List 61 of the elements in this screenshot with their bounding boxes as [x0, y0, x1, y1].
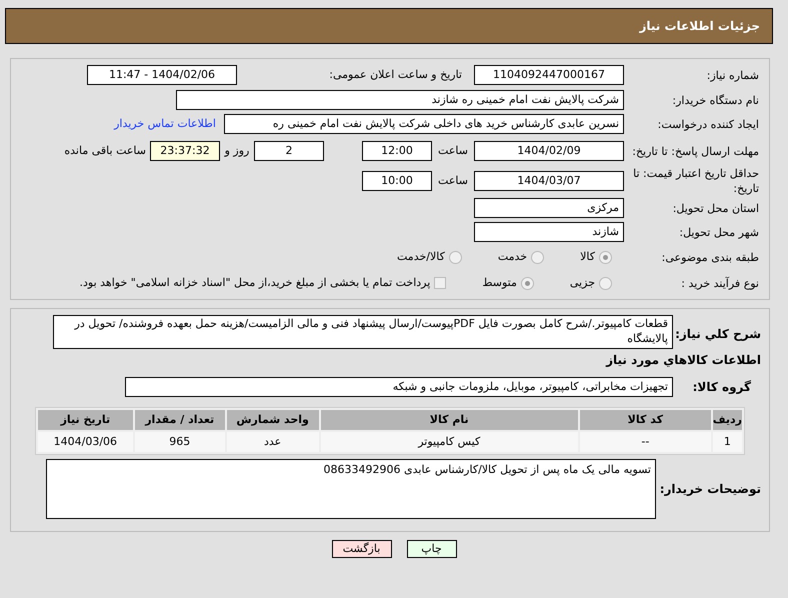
table-cell: عدد	[226, 432, 319, 452]
back-button[interactable]: بازگشت	[332, 540, 392, 558]
field-label: نوع فرآیند خرید :	[680, 276, 759, 290]
header-title: جزئیات اطلاعات نیاز	[639, 18, 760, 35]
field-label: شرح کلي نياز:	[674, 326, 761, 343]
radio-label: خدمت	[498, 248, 528, 265]
field-label: ساعت باقی مانده	[64, 142, 146, 159]
field-label: نام دستگاه خریدار:	[671, 92, 759, 108]
field-label: طبقه بندی موضوعی:	[660, 250, 759, 264]
remaining-time-field: 23:37:32	[150, 141, 220, 161]
field-label: استان محل تحویل:	[672, 200, 759, 216]
radio-button[interactable]	[520, 276, 534, 290]
field-label: ساعت	[437, 172, 469, 189]
radio-label: جزیی	[570, 274, 595, 291]
radio-label: کالا	[580, 248, 595, 265]
print-button[interactable]: چاپ	[406, 540, 456, 558]
checkbox[interactable]	[434, 277, 446, 289]
time-field: 12:00	[362, 141, 432, 161]
column-header: کد کالا	[580, 410, 711, 430]
column-header: نام کالا	[320, 410, 578, 430]
column-header: تاریخ نیاز	[38, 410, 133, 430]
radio-label: کالا/خدمت	[397, 248, 445, 265]
field-label: تاریخ و ساعت اعلان عمومی:	[328, 66, 462, 83]
table-cell: 1	[712, 432, 742, 452]
creator-field: نسرین عابدی کارشناس خرید های داخلی شرکت پالایش نفت امام خمینی ره	[224, 114, 624, 134]
table-cell: 1404/03/06	[38, 432, 133, 452]
table-cell: کیس کامپیوتر	[320, 432, 578, 452]
column-header: واحد شمارش	[226, 410, 319, 430]
goods-group-field: تجهیزات مخابراتی، کامپیوتر، موبایل، ملزومات جانبی و شبکه	[125, 377, 673, 397]
field-label: ایجاد کننده درخواست:	[656, 116, 759, 132]
buyer-field: شرکت پالایش نفت امام خمینی ره شازند	[176, 90, 624, 110]
days-field: 2	[254, 141, 324, 161]
table-cell: --	[580, 432, 711, 452]
time-field: 10:00	[362, 171, 432, 191]
city-field: شازند	[474, 222, 624, 242]
radio-button[interactable]	[599, 276, 612, 290]
description-textarea[interactable]: قطعات کامپیوتر./شرح کامل بصورت فایل PDFپیوست/ارسال پیشنهاد فنی و مالی الزامیست/هزینه حمل بعهده فروشنده/ تحویل در پالایشگاه	[53, 315, 673, 349]
table-cell: 965	[134, 432, 225, 452]
column-header: ردیف	[712, 410, 742, 430]
announce-date-field: 1404/02/06 - 11:47	[87, 65, 237, 85]
field-label: حداقل تاریخ اعتبار قیمت: تا تاریخ:	[632, 166, 759, 196]
field-label: ساعت	[437, 142, 469, 159]
column-header: تعداد / مقدار	[134, 410, 225, 430]
field-label: توضیحات خریدار:	[658, 481, 761, 498]
radio-label: متوسط	[482, 274, 517, 291]
field-label: شهر محل تحویل:	[678, 224, 759, 240]
field-label: مهلت ارسال پاسخ: تا تاریخ:	[631, 144, 759, 158]
field-label: گروه کالا:	[692, 379, 752, 396]
buyer-contact-link[interactable]: اطلاعات تماس خریدار	[114, 116, 216, 132]
province-field: مرکزی	[474, 198, 624, 218]
radio-button[interactable]	[531, 250, 544, 264]
date-field: 1404/03/07	[474, 171, 624, 191]
notes-textarea[interactable]: تسویه مالی یک ماه پس از تحویل کالا/کارشناس عابدی 08633492906	[46, 459, 656, 519]
field-label: روز و	[223, 142, 250, 159]
need-number-field: 1104092447000167	[474, 65, 624, 85]
section-heading: اطلاعات کالاهاي مورد نياز	[606, 352, 761, 369]
field-label: شماره نیاز:	[706, 68, 759, 82]
payment-note: پرداخت تمام یا بخشی از مبلغ خرید،از محل "اسناد خزانه اسلامی" خواهد بود.	[80, 274, 430, 291]
radio-button[interactable]	[599, 250, 612, 264]
date-field: 1404/02/09	[474, 141, 624, 161]
radio-button[interactable]	[448, 250, 462, 264]
